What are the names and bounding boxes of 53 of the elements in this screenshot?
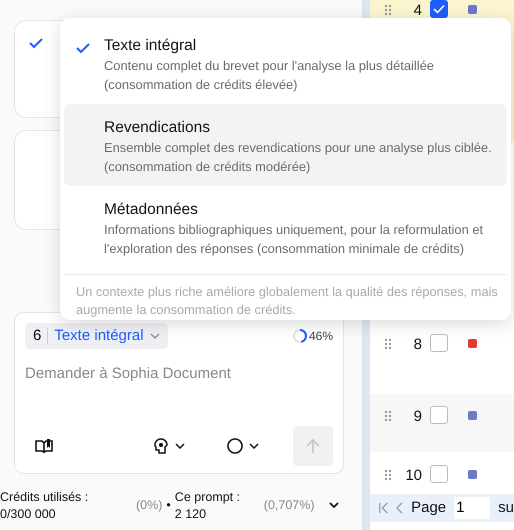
drag-handle-icon[interactable]: [384, 4, 392, 16]
caret-icon: [249, 443, 259, 449]
first-page-icon[interactable]: [378, 501, 388, 515]
book-icon: [35, 439, 53, 453]
row-checkbox[interactable]: [430, 0, 448, 18]
arrow-up-icon: [306, 438, 320, 454]
credits-percent: (0%): [136, 497, 162, 514]
head-icon: [153, 438, 169, 454]
row-number: 10: [404, 466, 422, 486]
mode-button[interactable]: [227, 438, 259, 454]
progress-reading: 46%: [308, 328, 333, 345]
previous-page-icon[interactable]: [396, 501, 404, 515]
prompt-cost-percent: (0,707%): [264, 497, 315, 514]
menu-option[interactable]: Texte intégral Contenu complet du brevet pour l'analyse la plus détaillée (consommation de crédits élevée): [64, 22, 507, 104]
page-label: Page: [411, 498, 446, 518]
caret-icon: [150, 333, 160, 339]
separator-dot: •: [166, 497, 171, 514]
expand-button[interactable]: [328, 502, 339, 508]
book-button[interactable]: [35, 439, 53, 453]
prompt-cost-value: 2 120: [174, 506, 208, 523]
credits-label: Crédits utilisés :: [0, 489, 90, 506]
option-description: Informations bibliographiques uniquement, pour la reformulation et l'exploration des réponses (consommation minimale de crédits): [104, 221, 484, 258]
row-checkbox[interactable]: [430, 465, 448, 483]
page-total-label: su: [498, 498, 514, 518]
send-button[interactable]: [293, 426, 333, 466]
reasoning-button[interactable]: [153, 438, 185, 454]
check-icon: [433, 4, 445, 14]
prompt-cost-label: Ce prompt :: [174, 489, 242, 506]
drag-handle-icon[interactable]: [384, 410, 392, 422]
table-row[interactable]: 9: [370, 394, 514, 452]
credits-value: 0/300 000: [0, 506, 57, 523]
page-input[interactable]: 1: [454, 497, 490, 519]
option-title: Texte intégral: [104, 36, 198, 56]
row-checkbox[interactable]: [430, 406, 448, 424]
row-number: 4: [412, 1, 422, 21]
row-number: 8: [412, 335, 422, 355]
row-number: 9: [412, 407, 422, 427]
option-title: Revendications: [104, 118, 211, 138]
option-title: Métadonnées: [104, 200, 199, 220]
caret-icon: [328, 502, 339, 508]
context-selector[interactable]: 6 Texte intégral: [25, 323, 168, 349]
caret-icon: [175, 443, 185, 449]
menu-note: Un contexte plus riche améliore globalement la qualité des réponses, mais augmente la consommation de crédits.: [64, 274, 507, 319]
menu-option[interactable]: Revendications Ensemble complet des revendications pour une analyse plus ciblée. (consommation de crédits modérée): [64, 104, 507, 186]
circle-icon: [227, 438, 243, 454]
option-description: Ensemble complet des revendications pour une analyse plus ciblée. (consommation de crédits modérée): [104, 139, 493, 176]
drag-handle-icon[interactable]: [384, 469, 392, 481]
check-icon: [29, 37, 43, 49]
row-checkbox[interactable]: [430, 334, 448, 352]
option-description: Contenu complet du brevet pour l'analyse la plus détaillée (consommation de crédits élevée): [104, 57, 435, 94]
drag-handle-icon[interactable]: [384, 338, 392, 350]
menu-option[interactable]: Métadonnées Informations bibliographiques uniquement, pour la reformulation et l'exploration des réponses (consommation minimale de crédits): [64, 186, 507, 268]
progress-ring: [292, 329, 307, 343]
